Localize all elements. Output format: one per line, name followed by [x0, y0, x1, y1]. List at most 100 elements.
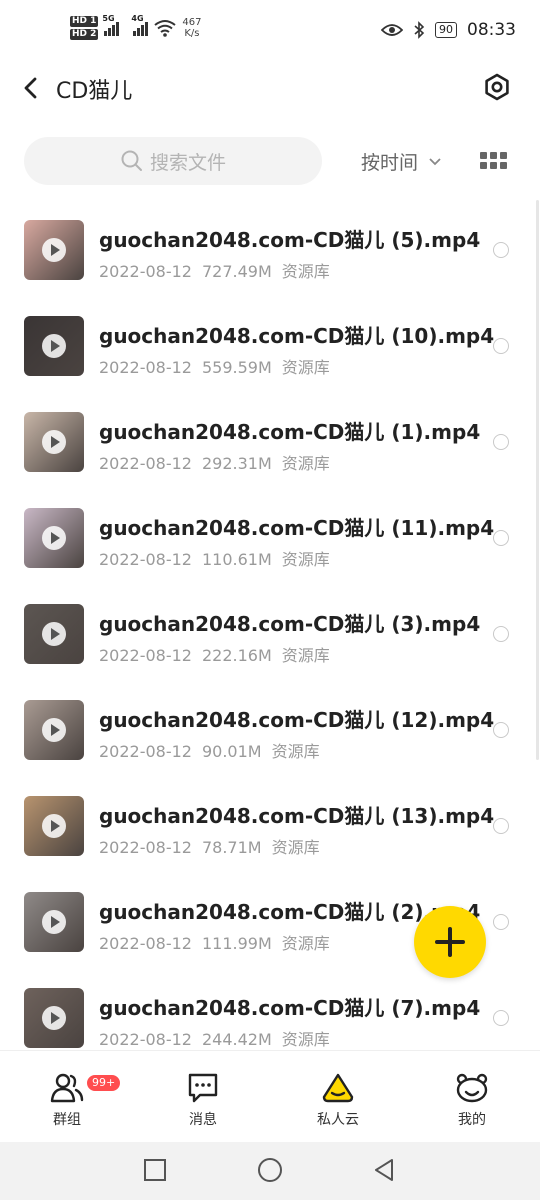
- file-source: 资源库: [281, 454, 330, 473]
- video-thumbnail[interactable]: [24, 988, 84, 1048]
- file-meta: 2022-08-12 110.61M 资源库: [99, 546, 340, 570]
- file-meta: 2022-08-12 222.16M 资源库: [99, 642, 340, 666]
- sim1-label: HD 1: [70, 16, 99, 27]
- sort-label: 按时间: [361, 152, 419, 174]
- video-thumbnail[interactable]: [24, 604, 84, 664]
- tab-mine-label: 我的: [458, 1112, 486, 1128]
- file-name: guochan2048.com-CD猫儿 (10).mp4: [99, 324, 495, 348]
- file-name: guochan2048.com-CD猫儿 (5).mp4: [99, 228, 481, 252]
- select-radio[interactable]: [493, 1010, 509, 1026]
- network-speed: 467 K/s: [182, 17, 201, 39]
- file-size: 222.16M: [201, 646, 272, 665]
- file-source: 资源库: [271, 742, 320, 761]
- play-icon: [42, 1006, 66, 1030]
- file-date: 2022-08-12: [99, 934, 192, 953]
- scrollbar[interactable]: [536, 200, 539, 760]
- file-size: 110.61M: [201, 550, 272, 569]
- file-meta: 2022-08-12 727.49M 资源库: [99, 258, 340, 282]
- tab-groups[interactable]: 群组 99+: [17, 1061, 123, 1129]
- select-radio[interactable]: [493, 722, 509, 738]
- network-5g-label: 5G: [102, 14, 115, 23]
- select-radio[interactable]: [493, 338, 509, 354]
- search-input[interactable]: 搜索文件: [24, 137, 322, 185]
- file-name: guochan2048.com-CD猫儿 (11).mp4: [99, 516, 495, 540]
- tab-groups-label: 群组: [53, 1112, 81, 1128]
- file-row[interactable]: guochan2048.com-CD猫儿 (13).mp4 2022-08-12 7…: [0, 778, 540, 874]
- file-source: 资源库: [281, 934, 330, 953]
- video-thumbnail[interactable]: [24, 316, 84, 376]
- file-date: 2022-08-12: [99, 550, 192, 569]
- status-bar-right: 90 08:33: [381, 20, 516, 40]
- title-bar: CD猫儿: [0, 64, 540, 112]
- play-icon: [42, 718, 66, 742]
- tab-private-cloud[interactable]: 私人云: [288, 1061, 388, 1129]
- file-meta: 2022-08-12 111.99M 资源库: [99, 930, 340, 954]
- file-row[interactable]: guochan2048.com-CD猫儿 (3).mp4 2022-08-12 22…: [0, 586, 540, 682]
- search-icon: [121, 150, 142, 171]
- select-radio[interactable]: [493, 530, 509, 546]
- file-row[interactable]: guochan2048.com-CD猫儿 (12).mp4 2022-08-12 9…: [0, 682, 540, 778]
- back-triangle-icon[interactable]: [372, 1158, 396, 1182]
- add-button[interactable]: [414, 906, 486, 978]
- bottom-tab-bar: 群组 99+ 消息 私人云 我的: [0, 1050, 540, 1143]
- file-size: 292.31M: [201, 454, 272, 473]
- video-thumbnail[interactable]: [24, 508, 84, 568]
- signal-5g-icon: 5G: [102, 14, 120, 36]
- eye-icon: [381, 24, 403, 36]
- select-radio[interactable]: [493, 242, 509, 258]
- video-thumbnail[interactable]: [24, 892, 84, 952]
- file-meta: 2022-08-12 559.59M 资源库: [99, 354, 340, 378]
- file-size: 111.99M: [201, 934, 272, 953]
- file-row[interactable]: guochan2048.com-CD猫儿 (1).mp4 2022-08-12 29…: [0, 394, 540, 490]
- bluetooth-icon: [414, 21, 425, 39]
- video-thumbnail[interactable]: [24, 220, 84, 280]
- file-row[interactable]: guochan2048.com-CD猫儿 (11).mp4 2022-08-12 1…: [0, 490, 540, 586]
- file-size: 727.49M: [201, 262, 272, 281]
- file-source: 资源库: [281, 262, 330, 281]
- file-size: 244.42M: [201, 1030, 272, 1049]
- file-name: guochan2048.com-CD猫儿 (1).mp4: [99, 420, 481, 444]
- grid-view-icon[interactable]: [480, 152, 507, 170]
- file-source: 资源库: [281, 550, 330, 569]
- file-date: 2022-08-12: [99, 838, 192, 857]
- network-speed-unit: K/s: [184, 28, 200, 39]
- file-date: 2022-08-12: [99, 1030, 192, 1049]
- file-name: guochan2048.com-CD猫儿 (13).mp4: [99, 804, 495, 828]
- page-title: CD猫儿: [56, 79, 133, 104]
- file-date: 2022-08-12: [99, 646, 192, 665]
- file-source: 资源库: [271, 838, 320, 857]
- select-radio[interactable]: [493, 914, 509, 930]
- cloud-face-icon: [322, 1073, 354, 1103]
- search-placeholder: 搜索文件: [149, 151, 226, 174]
- video-thumbnail[interactable]: [24, 700, 84, 760]
- file-row[interactable]: guochan2048.com-CD猫儿 (5).mp4 2022-08-12 72…: [0, 202, 540, 298]
- tab-private-cloud-label: 私人云: [317, 1112, 359, 1128]
- play-icon: [42, 430, 66, 454]
- battery-indicator: 90: [435, 22, 457, 38]
- file-source: 资源库: [281, 1030, 330, 1049]
- file-row[interactable]: guochan2048.com-CD猫儿 (10).mp4 2022-08-12 5…: [0, 298, 540, 394]
- recent-apps-icon[interactable]: [143, 1158, 167, 1182]
- file-name: guochan2048.com-CD猫儿 (3).mp4: [99, 612, 481, 636]
- play-icon: [42, 526, 66, 550]
- file-date: 2022-08-12: [99, 262, 192, 281]
- select-radio[interactable]: [493, 626, 509, 642]
- tab-messages-label: 消息: [189, 1112, 217, 1128]
- select-radio[interactable]: [493, 818, 509, 834]
- file-source: 资源库: [281, 358, 330, 377]
- home-icon[interactable]: [257, 1158, 283, 1184]
- video-thumbnail[interactable]: [24, 796, 84, 856]
- select-radio[interactable]: [493, 434, 509, 450]
- chevron-down-icon: [429, 157, 441, 165]
- clock: 08:33: [467, 20, 516, 40]
- settings-icon[interactable]: [482, 72, 512, 102]
- notification-badge: 99+: [85, 1073, 123, 1093]
- video-thumbnail[interactable]: [24, 412, 84, 472]
- file-name: guochan2048.com-CD猫儿 (7).mp4: [99, 996, 481, 1020]
- sort-dropdown[interactable]: 按时间: [361, 148, 442, 175]
- file-row[interactable]: guochan2048.com-CD猫儿 (7).mp4 2022-08-12 24…: [0, 970, 540, 1050]
- tab-messages[interactable]: 消息: [153, 1061, 253, 1129]
- tab-mine[interactable]: 我的: [422, 1061, 522, 1129]
- group-people-icon: [50, 1073, 84, 1103]
- back-arrow-icon[interactable]: [18, 74, 46, 102]
